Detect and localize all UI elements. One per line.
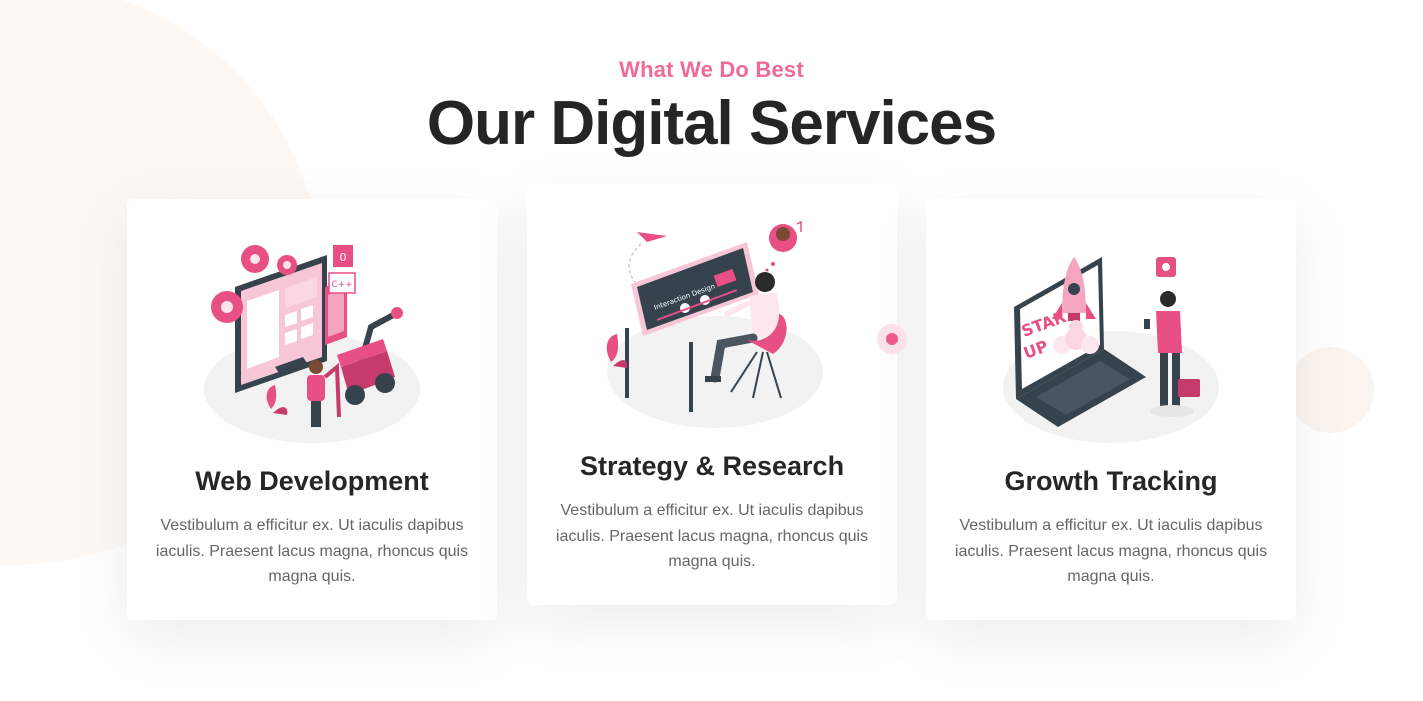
code-tag-zero: 0: [340, 251, 347, 264]
service-title: Strategy & Research: [579, 451, 845, 481]
interaction-design-illustration: Interaction Design: [606, 220, 823, 428]
background-blob-right: [1288, 347, 1374, 433]
slider-dot-indicator[interactable]: [877, 324, 907, 354]
section-title: Our Digital Services: [426, 89, 997, 158]
service-description: Vestibulum a efficitur ex. Ut iaculis da…: [555, 502, 869, 570]
service-card-strategy-research[interactable]: Interaction Design Strategy & Research V…: [527, 184, 897, 605]
code-tag-cpp: C++: [331, 280, 352, 290]
service-description: Vestibulum a efficitur ex. Ut iaculis da…: [155, 517, 469, 585]
service-card-growth-tracking[interactable]: START UP Growth Tracking Vestibulum a ef…: [926, 199, 1296, 620]
section-subtitle: What We Do Best: [619, 57, 804, 82]
services-section: What We Do Best Our Digital Services 0 C…: [0, 0, 1423, 701]
service-card-web-development[interactable]: 0 C++ Web Development Vestibulum a effic…: [127, 199, 497, 620]
service-title: Growth Tracking: [1004, 466, 1218, 496]
web-development-illustration: 0 C++: [204, 245, 420, 443]
service-title: Web Development: [195, 466, 429, 496]
service-description: Vestibulum a efficitur ex. Ut iaculis da…: [954, 517, 1268, 585]
startup-rocket-illustration: START UP: [1003, 257, 1219, 443]
